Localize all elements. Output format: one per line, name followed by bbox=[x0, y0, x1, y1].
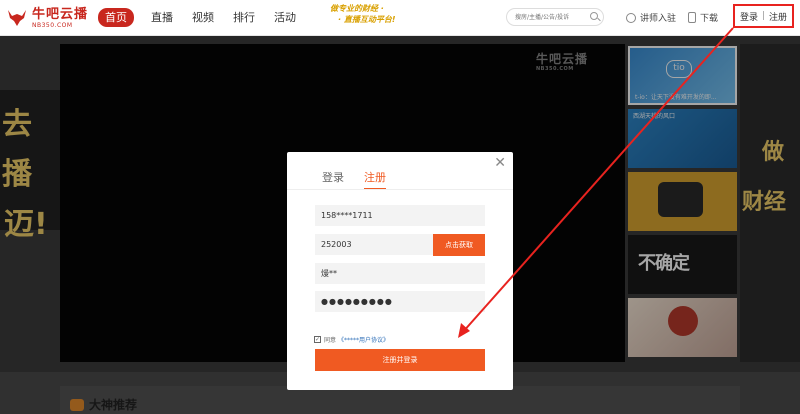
slogan-line-2: · 直播互动平台! bbox=[338, 15, 396, 24]
lecturer-join-label: 讲师入驻 bbox=[640, 14, 677, 24]
login-link[interactable]: 登录 bbox=[740, 10, 758, 23]
phone-icon bbox=[688, 12, 696, 23]
get-code-button[interactable]: 点击获取 bbox=[433, 234, 485, 256]
nav-live[interactable]: 直播 bbox=[151, 8, 173, 27]
close-icon[interactable]: ✕ bbox=[494, 156, 506, 170]
agreement-row: ✓ 同意 《*****用户协议》 bbox=[314, 335, 389, 344]
nav-ranking[interactable]: 排行 bbox=[233, 8, 255, 27]
slogan: 做专业的财经 · · 直播互动平台! bbox=[330, 3, 400, 25]
lecturer-join-link[interactable]: 讲师入驻 bbox=[626, 11, 676, 24]
search-icon[interactable] bbox=[590, 12, 598, 20]
password-field[interactable]: ●●●●●●●●● bbox=[315, 291, 485, 312]
site-logo[interactable]: 牛吧云播 NB350.COM bbox=[6, 6, 88, 30]
download-link[interactable]: 下载 bbox=[688, 11, 718, 24]
page: 牛吧云播 NB350.COM 首页 直播 视频 排行 活动 做专业的财经 · ·… bbox=[0, 0, 800, 414]
user-icon bbox=[626, 12, 636, 23]
download-label: 下载 bbox=[700, 14, 719, 24]
logo-domain: NB350.COM bbox=[32, 21, 73, 29]
divider: | bbox=[761, 11, 766, 21]
main-nav: 首页 直播 视频 排行 活动 bbox=[98, 8, 315, 27]
register-login-button[interactable]: 注册并登录 bbox=[315, 349, 485, 371]
tab-register[interactable]: 注册 bbox=[364, 169, 386, 190]
agree-checkbox[interactable]: ✓ bbox=[314, 336, 321, 343]
nav-video[interactable]: 视频 bbox=[192, 8, 214, 27]
phone-field[interactable] bbox=[315, 205, 485, 226]
tab-divider bbox=[287, 189, 513, 190]
nickname-field[interactable] bbox=[315, 263, 485, 284]
nav-home[interactable]: 首页 bbox=[98, 8, 134, 27]
slogan-line-1: 做专业的财经 · bbox=[330, 4, 384, 13]
logo-name: 牛吧云播 bbox=[32, 6, 89, 22]
bull-logo-icon bbox=[8, 10, 26, 26]
dialog-tabs: 登录 注册 bbox=[322, 169, 406, 190]
login-register-box: 登录 | 注册 bbox=[733, 4, 794, 28]
register-dialog: ✕ 登录 注册 点击获取 ●●●●●●●●● ✓ 同意 《*****用户协议》 … bbox=[287, 152, 513, 390]
register-link[interactable]: 注册 bbox=[769, 10, 787, 23]
nav-activity[interactable]: 活动 bbox=[274, 8, 296, 27]
top-header: 牛吧云播 NB350.COM 首页 直播 视频 排行 活动 做专业的财经 · ·… bbox=[0, 0, 800, 36]
agree-label: 同意 bbox=[324, 337, 337, 344]
user-agreement-link[interactable]: 《*****用户协议》 bbox=[338, 335, 389, 344]
tab-login[interactable]: 登录 bbox=[322, 169, 344, 190]
verification-code-field[interactable] bbox=[315, 234, 433, 255]
